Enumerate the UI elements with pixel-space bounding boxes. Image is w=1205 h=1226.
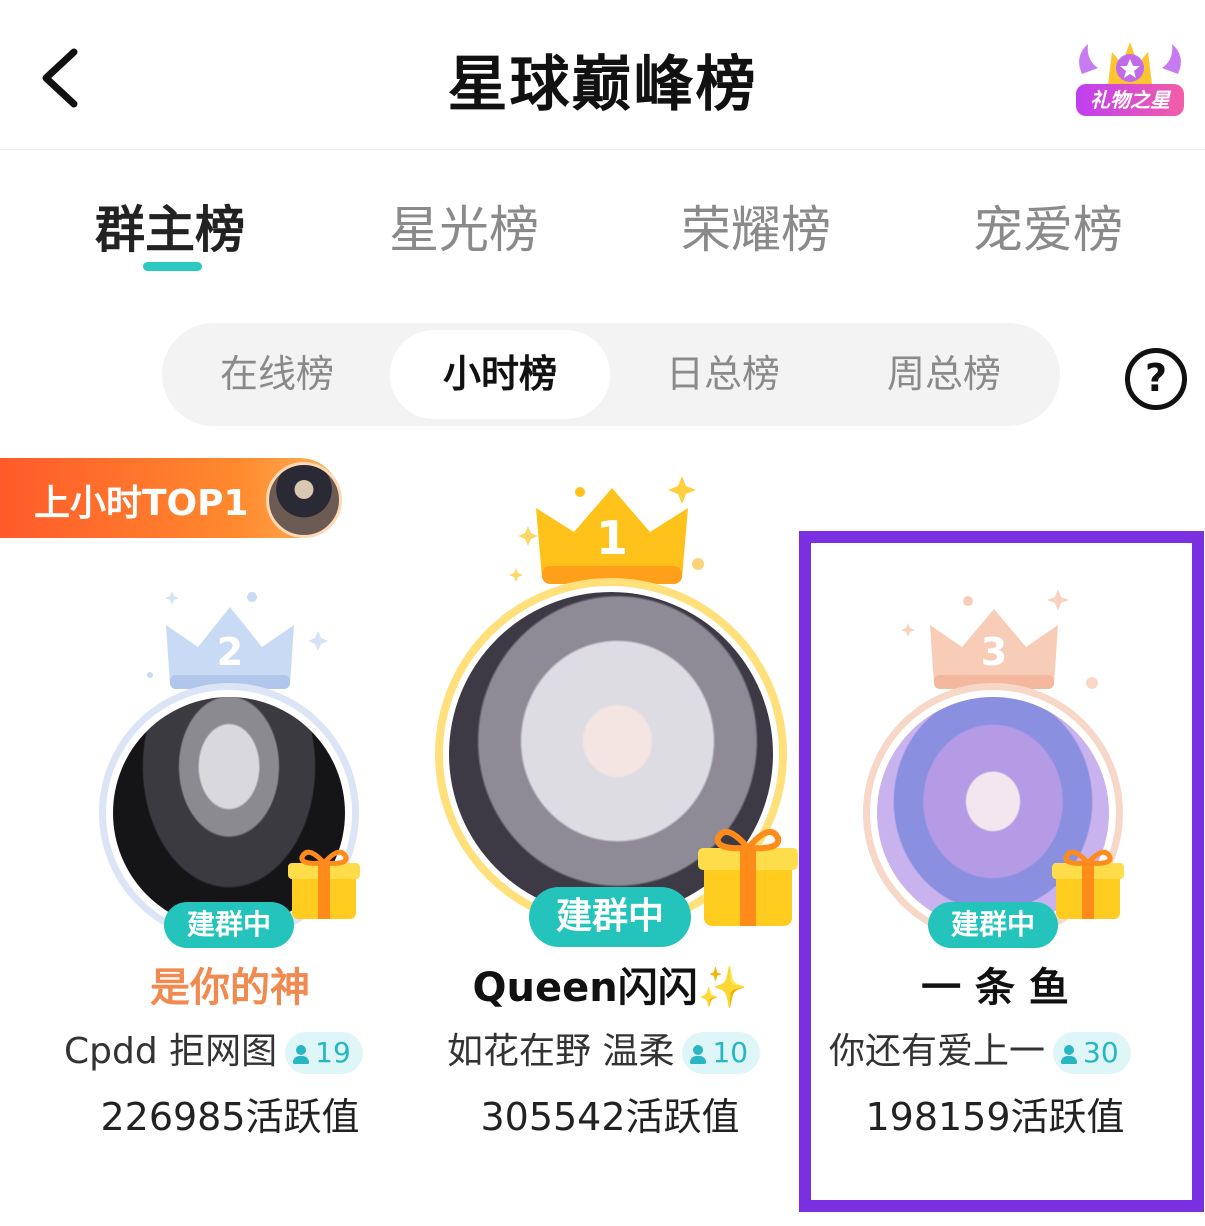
member-count: 19 xyxy=(315,1036,351,1069)
subtab-hourly[interactable]: 小时榜 xyxy=(390,330,610,419)
active-tab-indicator xyxy=(143,262,202,271)
page-title: 星球巅峰榜 xyxy=(447,50,758,120)
group-name: 如花在野 温柔 xyxy=(447,1031,675,1072)
header-bar: 星球巅峰榜 礼物之星 xyxy=(0,0,1205,150)
time-range-switcher: 在线榜 小时榜 日总榜 周总榜 xyxy=(162,323,1060,426)
subtab-weekly[interactable]: 周总榜 xyxy=(834,323,1054,426)
group-name: Cpdd 拒网图 xyxy=(64,1031,278,1072)
group-info: Cpdd 拒网图 19 xyxy=(64,1022,404,1074)
nickname: 是你的神 xyxy=(150,965,310,1011)
gift-box-icon xyxy=(698,828,798,926)
nickname: Queen闪闪✨ xyxy=(472,965,748,1011)
status-badge: 建群中 xyxy=(529,887,691,947)
rank-1-number: 1 xyxy=(596,511,628,565)
gift-box-icon xyxy=(288,849,360,919)
member-count: 10 xyxy=(712,1036,749,1069)
top1-label: 上小时TOP1 xyxy=(34,483,249,524)
question-circle-icon[interactable]: ? xyxy=(1125,348,1187,410)
gold-crown-icon: 1 xyxy=(509,476,704,584)
tab-favor[interactable]: 宠爱榜 xyxy=(973,190,1123,262)
gift-star-badge[interactable]: 礼物之星 xyxy=(1068,34,1192,120)
group-info: 如花在野 温柔 10 xyxy=(447,1022,787,1074)
member-count-badge: 10 xyxy=(682,1032,761,1074)
rank-2-number: 2 xyxy=(217,630,243,674)
tab-glory[interactable]: 荣耀榜 xyxy=(681,190,831,262)
tab-group-owner[interactable]: 群主榜 xyxy=(95,190,245,262)
silver-crown-icon: 2 xyxy=(147,591,328,689)
highlight-box xyxy=(799,531,1204,1212)
subtab-daily[interactable]: 日总榜 xyxy=(612,323,834,426)
gift-star-label: 礼物之星 xyxy=(1076,84,1184,116)
status-badge: 建群中 xyxy=(164,902,294,948)
tab-starlight[interactable]: 星光榜 xyxy=(389,190,539,262)
activity-value: 305542活跃值 xyxy=(480,1095,740,1139)
top1-avatar[interactable] xyxy=(266,462,342,538)
person-icon xyxy=(690,1045,707,1064)
subtab-online[interactable]: 在线榜 xyxy=(162,323,392,426)
activity-value: 226985活跃值 xyxy=(100,1095,360,1139)
main-tab-bar: 群主榜 星光榜 荣耀榜 宠爱榜 xyxy=(0,180,1205,280)
member-count-badge: 19 xyxy=(285,1032,363,1074)
person-icon xyxy=(293,1045,310,1064)
